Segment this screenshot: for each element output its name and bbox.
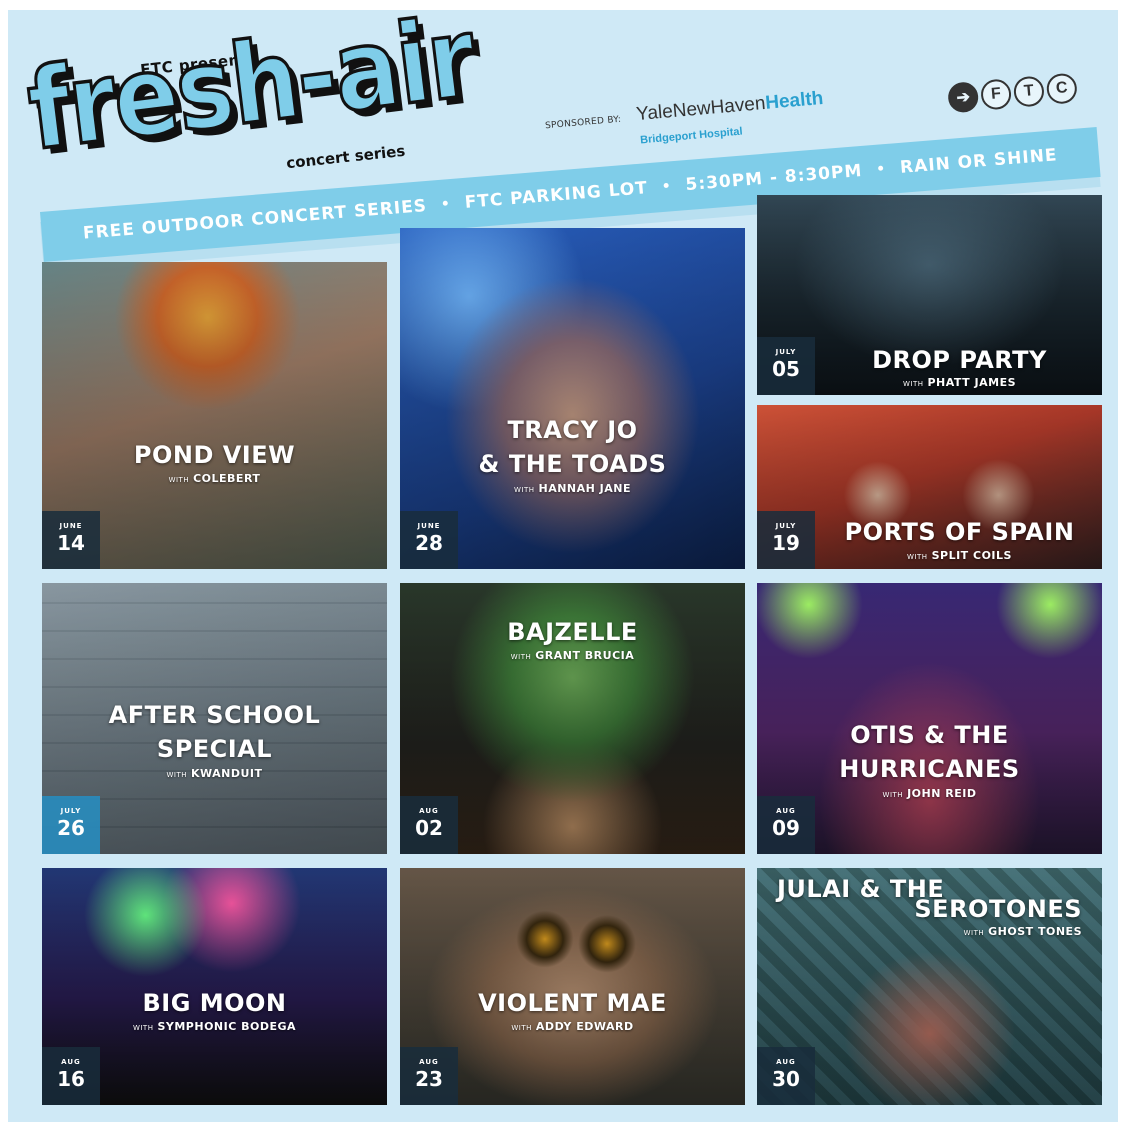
with-label: WITH [132,1024,154,1032]
date-month: AUG [776,807,796,815]
date-month: JULY [775,522,797,530]
date-badge: JULY 05 [757,337,815,395]
date-day: 05 [772,357,800,381]
with-label: WITH [166,771,187,779]
date-day: 28 [415,531,443,555]
date-badge: AUG 16 [42,1047,100,1105]
with-label: WITH [907,553,928,561]
date-day: 09 [772,816,800,840]
concert-tile-big-moon[interactable]: BIG MOON WITH SYMPHONIC BODEGA AUG 16 [42,868,387,1105]
date-month: JULY [60,807,82,815]
banner-item-weather: RAIN OR SHINE [899,145,1059,178]
date-month: JUNE [417,522,441,530]
date-day: 19 [772,531,800,555]
band-name: AFTER SCHOOL [108,701,321,729]
date-badge: JUNE 28 [400,511,458,569]
opener-line: WITH ADDY EDWARD [400,1020,745,1033]
date-month: AUG [61,1058,81,1066]
opener-line: WITH GRANT BRUCIA [400,649,745,662]
band-name-line2: SPECIAL [156,735,273,763]
date-badge: JULY 26 [42,796,100,854]
date-badge: AUG 09 [757,796,815,854]
opener-name: SPLIT COILS [931,549,1012,562]
arrow-right-icon: ➔ [946,81,980,114]
opener-name: GHOST TONES [988,925,1082,938]
concert-tile-bajzelle[interactable]: BAJZELLE WITH GRANT BRUCIA AUG 02 [400,583,745,854]
date-month: AUG [419,807,439,815]
opener-name: SYMPHONIC BODEGA [157,1020,297,1033]
opener-line: WITH COLEBERT [42,472,387,485]
date-badge: AUG 30 [757,1047,815,1105]
opener-name: COLEBERT [193,472,261,485]
with-label: WITH [513,486,535,494]
opener-line: WITH SYMPHONIC BODEGA [42,1020,387,1033]
date-badge: JULY 19 [757,511,815,569]
date-day: 26 [57,816,85,840]
date-day: 23 [415,1067,443,1091]
band-name: DROP PARTY [872,346,1047,374]
concert-tile-after-school-special[interactable]: AFTER SCHOOL SPECIAL WITH KWANDUIT JULY 26 [42,583,387,854]
opener-line: WITH HANNAH JANE [400,482,745,495]
date-day: 16 [57,1067,85,1091]
opener-line: WITH GHOST TONES [964,925,1082,938]
concert-tile-pond-view[interactable]: POND VIEW WITH COLEBERT JUNE 14 [42,262,387,569]
concert-tile-drop-party[interactable]: DROP PARTY WITH PHATT JAMES JULY 05 [757,195,1102,395]
opener-name: ADDY EDWARD [535,1020,634,1033]
band-name: BIG MOON [142,989,287,1017]
concert-tile-violent-mae[interactable]: VIOLENT MAE WITH ADDY EDWARD AUG 23 [400,868,745,1105]
band-name: TRACY JO [507,416,638,444]
concert-tile-ports-of-spain[interactable]: PORTS OF SPAIN WITH SPLIT COILS JULY 19 [757,405,1102,569]
banner-item-location: FTC PARKING LOT [463,178,649,213]
band-name: PORTS OF SPAIN [844,518,1075,546]
date-badge: AUG 02 [400,796,458,854]
opener-line: WITH SPLIT COILS [817,549,1102,562]
band-name-line2: & THE TOADS [478,450,667,478]
opener-name: PHATT JAMES [927,376,1017,389]
opener-line: WITH PHATT JAMES [817,376,1102,389]
banner-item-time: 5:30PM - 8:30PM [684,160,864,196]
opener-name: HANNAH JANE [538,482,632,495]
band-name: POND VIEW [133,441,296,469]
opener-line: WITH KWANDUIT [42,767,387,780]
banner-separator: • [875,161,887,178]
ftc-logo-letter-f: F [979,78,1013,111]
band-name-line2: HURRICANES [839,755,1020,783]
concert-tile-julai-the-serotones[interactable]: JULAI & THE SEROTONES WITH GHOST TONES AU… [757,868,1102,1105]
concert-tile-tracy-jo[interactable]: TRACY JO & THE TOADS WITH HANNAH JANE JUN… [400,228,745,569]
date-month: AUG [776,1058,796,1066]
date-month: JULY [775,348,797,356]
concert-tile-otis-the-hurricanes[interactable]: OTIS & THE HURRICANES WITH JOHN REID AUG 0… [757,583,1102,854]
opener-name: JOHN REID [907,787,977,800]
band-name-line2: SEROTONES [914,895,1082,923]
opener-name: GRANT BRUCIA [535,649,635,662]
date-badge: JUNE 14 [42,511,100,569]
with-label: WITH [902,380,924,388]
with-label: WITH [511,1024,532,1032]
date-badge: AUG 23 [400,1047,458,1105]
banner-separator: • [440,196,452,213]
date-day: 14 [57,531,85,555]
band-name: BAJZELLE [507,618,638,646]
date-day: 30 [772,1067,800,1091]
date-day: 02 [415,816,443,840]
ftc-logo-letter-c: C [1045,72,1079,105]
with-label: WITH [963,929,985,937]
sponsor-highlight: Health [764,87,825,114]
band-name: OTIS & THE [850,721,1009,749]
date-month: AUG [419,1058,439,1066]
ftc-logo-letter-t: T [1012,75,1046,108]
with-label: WITH [510,653,532,661]
opener-name: KWANDUIT [190,767,263,780]
with-label: WITH [882,791,904,799]
date-month: JUNE [59,522,83,530]
band-name: VIOLENT MAE [478,989,667,1017]
with-label: WITH [168,476,190,484]
banner-separator: • [661,178,673,196]
